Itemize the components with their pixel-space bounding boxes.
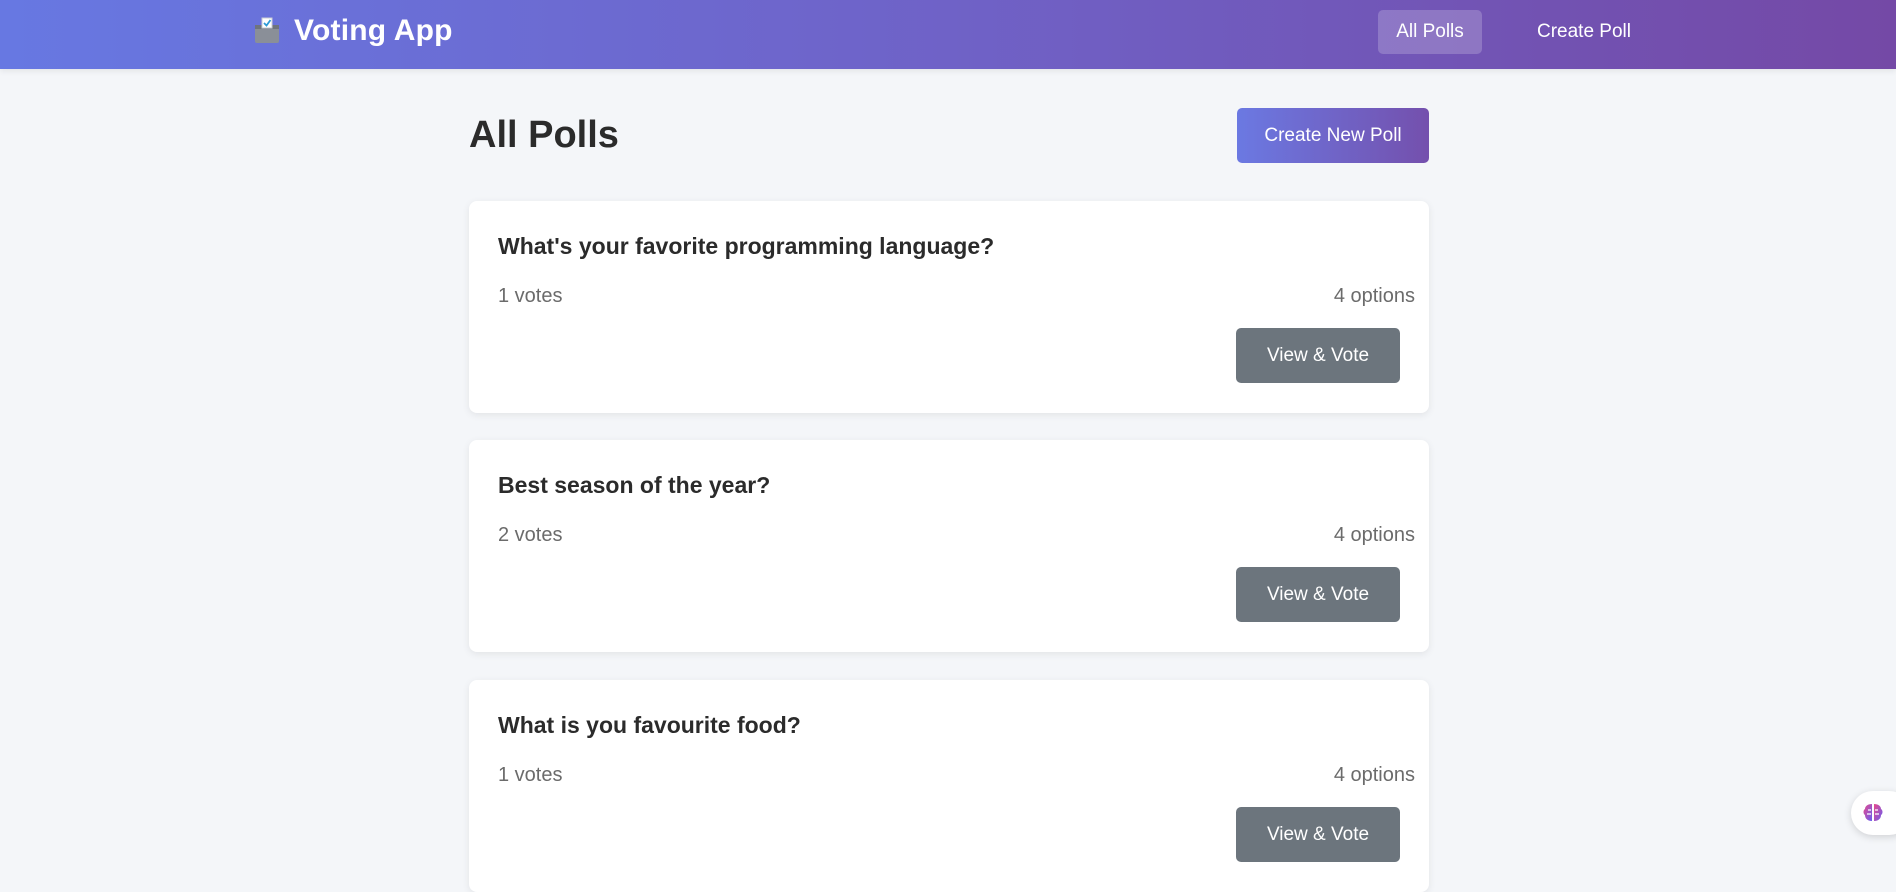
poll-vote-count: 1 votes [498,285,563,307]
view-vote-button[interactable]: View & Vote [1236,807,1400,862]
brain-icon [1861,801,1885,825]
top-navbar: Voting App All Polls Create Poll [0,0,1896,69]
view-vote-button[interactable]: View & Vote [1236,567,1400,622]
ballot-box-icon [252,16,282,46]
create-new-poll-button[interactable]: Create New Poll [1237,108,1429,163]
page-title: All Polls [469,114,619,156]
poll-option-count: 4 options [1333,285,1415,307]
poll-question: What's your favorite programming languag… [498,233,995,259]
floating-assistant-widget[interactable] [1851,791,1896,835]
brand[interactable]: Voting App [252,14,453,48]
poll-card: What's your favorite programming languag… [469,201,1429,413]
poll-vote-count: 2 votes [498,524,563,546]
poll-question: Best season of the year? [498,472,771,498]
poll-vote-count: 1 votes [498,764,563,786]
poll-option-count: 4 options [1333,764,1415,786]
nav-all-polls[interactable]: All Polls [1378,10,1482,54]
poll-card: What is you favourite food? 1 votes 4 op… [469,680,1429,892]
nav-create-poll[interactable]: Create Poll [1521,10,1647,54]
poll-question: What is you favourite food? [498,712,801,738]
brand-title: Voting App [294,14,453,47]
poll-card: Best season of the year? 2 votes 4 optio… [469,440,1429,652]
poll-option-count: 4 options [1333,524,1415,546]
view-vote-button[interactable]: View & Vote [1236,328,1400,383]
